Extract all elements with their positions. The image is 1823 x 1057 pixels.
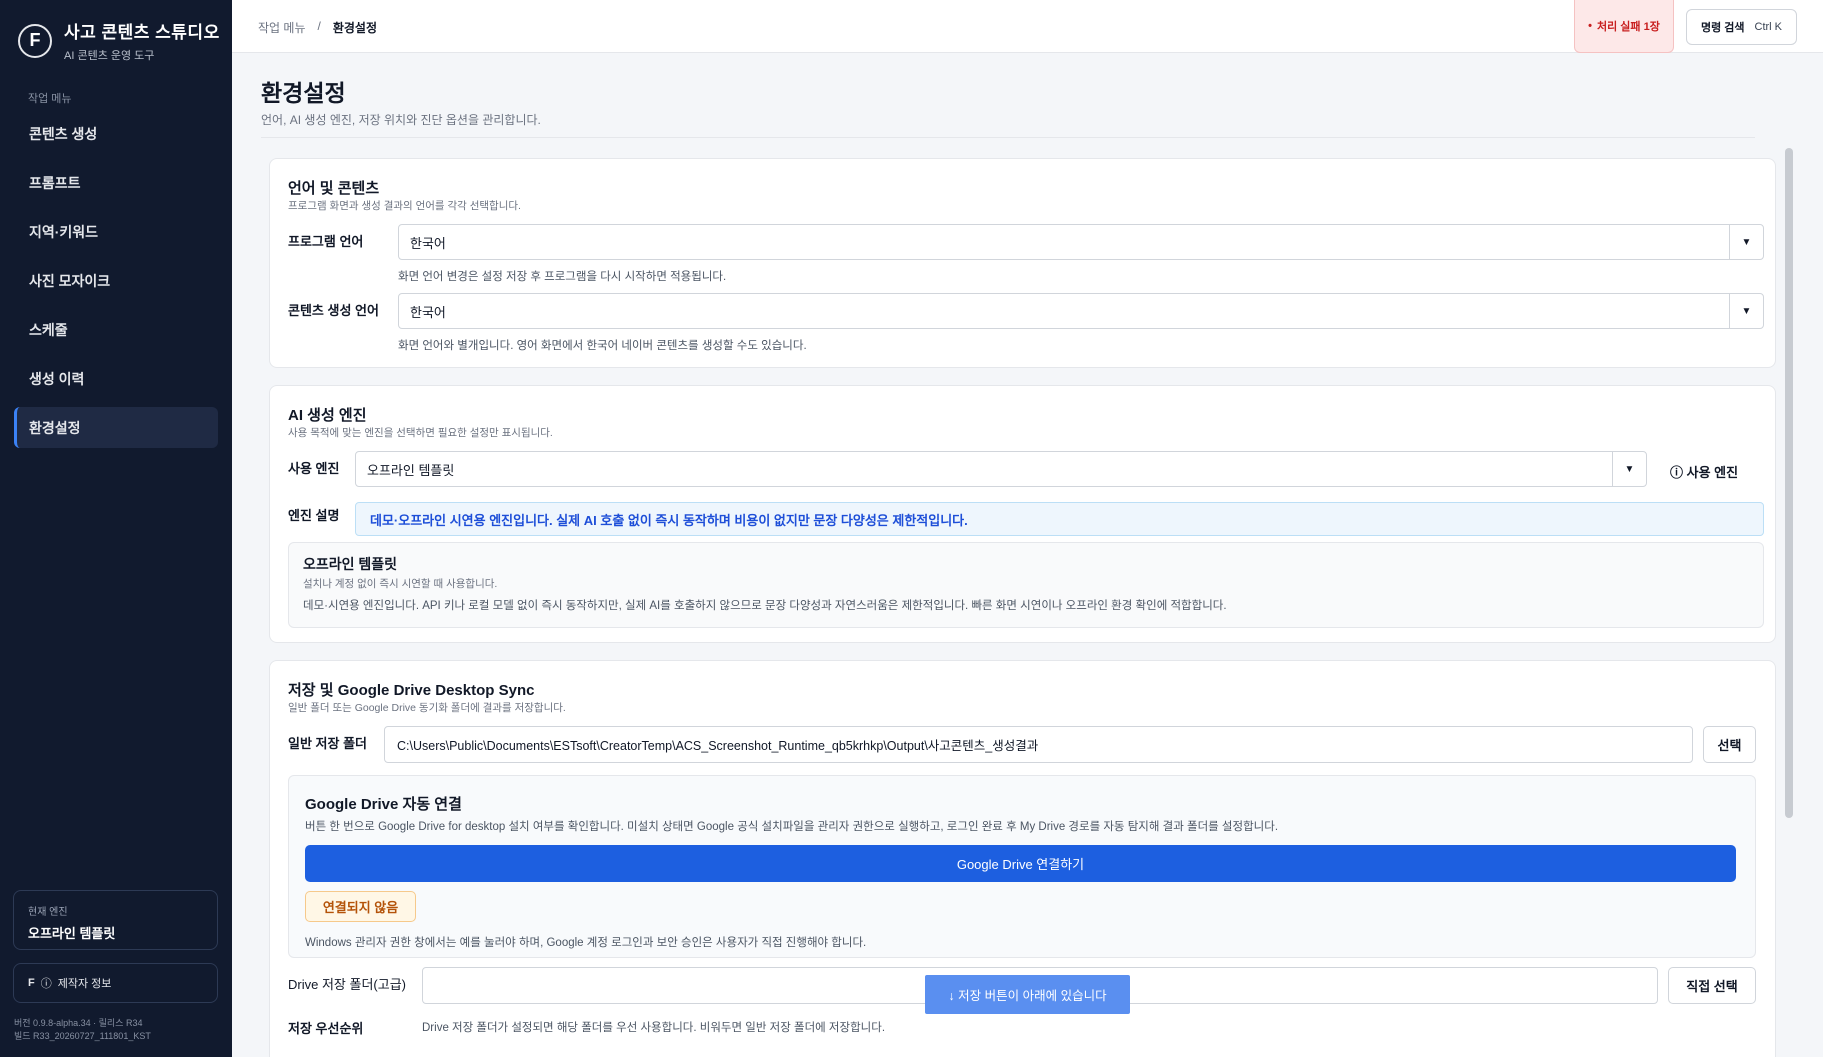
drive-folder-label: Drive 저장 폴더(고급) <box>288 977 406 992</box>
engine-detail-panel: 오프라인 템플릿 설치나 계정 없이 즉시 시연할 때 사용합니다. 데모·시연… <box>288 542 1764 628</box>
command-search-button[interactable]: 명령 검색 Ctrl K <box>1686 9 1797 45</box>
processing-failure-badge[interactable]: • 처리 실패 1장 <box>1574 0 1674 53</box>
google-drive-status-badge: 연결되지 않음 <box>305 891 416 922</box>
engine-desc-label: 엔진 설명 <box>288 508 340 523</box>
sidebar-item-schedule[interactable]: 스케줄 <box>14 309 218 350</box>
maker-info-button[interactable]: F ⓘ 제작자 정보 <box>13 963 218 1003</box>
direct-select-button[interactable]: 직접 선택 <box>1668 967 1756 1004</box>
content-language-select[interactable]: 한국어 ▼ <box>398 293 1764 329</box>
maker-info-label: 제작자 정보 <box>57 978 112 990</box>
current-engine-box: 현재 엔진 오프라인 템플릿 <box>13 890 218 950</box>
app-logo-icon: F <box>18 23 52 58</box>
chevron-down-icon: ▼ <box>1612 452 1646 486</box>
app-logo-small-icon: F <box>28 977 35 989</box>
current-engine-value: 오프라인 템플릿 <box>28 926 116 941</box>
command-search-label: 명령 검색 <box>1700 22 1745 34</box>
chevron-down-icon: ▼ <box>1729 225 1763 259</box>
ai-engine-card-title: AI 생성 엔진 <box>288 407 367 424</box>
page-title: 환경설정 <box>261 80 346 106</box>
command-shortcut: Ctrl K <box>1754 21 1783 33</box>
sidebar-item-prompt[interactable]: 프롬프트 <box>14 162 218 203</box>
version-info: 버전 0.9.8-alpha.34 · 릴리스 R34 빌드 R33_20260… <box>14 1017 151 1043</box>
storage-card-title: 저장 및 Google Drive Desktop Sync <box>288 682 535 699</box>
engine-value: 오프라인 템플릿 <box>367 462 455 478</box>
content-language-hint: 화면 언어와 별개입니다. 영어 화면에서 한국어 네이버 콘텐츠를 생성할 수… <box>398 340 807 352</box>
program-language-label: 프로그램 언어 <box>288 234 364 249</box>
program-language-value: 한국어 <box>410 235 446 251</box>
program-language-select[interactable]: 한국어 ▼ <box>398 224 1764 260</box>
google-drive-note: Windows 관리자 권한 창에서는 예를 눌러야 하며, Google 계정… <box>305 937 867 949</box>
top-bar: 작업 메뉴 / 환경설정 • 처리 실패 1장 명령 검색 Ctrl K <box>232 0 1823 53</box>
select-folder-button[interactable]: 선택 <box>1703 726 1756 763</box>
chevron-down-icon: ▼ <box>1729 294 1763 328</box>
breadcrumb-separator: / <box>317 19 321 33</box>
sidebar: F 사고 콘텐츠 스튜디오 AI 콘텐츠 운영 도구 작업 메뉴 콘텐츠 생성 … <box>0 0 232 1057</box>
version-line: 버전 0.9.8-alpha.34 · 릴리스 R34 <box>14 1018 143 1028</box>
divider <box>261 137 1755 138</box>
engine-description: 데모·오프라인 시연용 엔진입니다. 실제 AI 호출 없이 즉시 동작하며 비… <box>355 502 1764 536</box>
failure-dot-icon: • <box>1588 20 1592 32</box>
language-card-title: 언어 및 콘텐츠 <box>288 180 380 197</box>
folder-path-input[interactable]: C:\Users\Public\Documents\ESTsoft\Creato… <box>384 726 1693 763</box>
scroll-to-save-hint[interactable]: ↓ 저장 버튼이 아래에 있습니다 <box>925 975 1130 1014</box>
app-subtitle: AI 콘텐츠 운영 도구 <box>64 50 155 62</box>
current-engine-label: 현재 엔진 <box>28 907 68 918</box>
engine-detail-title: 오프라인 템플릿 <box>303 556 398 572</box>
ai-engine-card-desc: 사용 목적에 맞는 엔진을 선택하면 필요한 설정만 표시됩니다. <box>288 427 553 439</box>
breadcrumb-current: 환경설정 <box>332 21 378 35</box>
failure-badge-label: 처리 실패 1장 <box>1597 21 1660 33</box>
app-title: 사고 콘텐츠 스튜디오 <box>64 23 220 42</box>
engine-info-button[interactable]: ⓘ 사용 엔진 <box>1670 462 1738 481</box>
nav-section-label: 작업 메뉴 <box>28 93 72 105</box>
priority-label: 저장 우선순위 <box>288 1021 364 1036</box>
sidebar-item-history[interactable]: 생성 이력 <box>14 358 218 399</box>
breadcrumb: 작업 메뉴 / 환경설정 <box>258 19 377 36</box>
priority-hint: Drive 저장 폴더가 설정되면 해당 폴더를 우선 사용합니다. 비워두면 … <box>422 1022 886 1034</box>
folder-label: 일반 저장 폴더 <box>288 736 367 751</box>
engine-detail-subtitle: 설치나 계정 없이 즉시 시연할 때 사용합니다. <box>303 578 498 590</box>
program-language-hint: 화면 언어 변경은 설정 저장 후 프로그램을 다시 시작하면 적용됩니다. <box>398 271 727 283</box>
content-language-label: 콘텐츠 생성 언어 <box>288 303 379 318</box>
google-drive-connect-button[interactable]: Google Drive 연결하기 <box>305 845 1736 882</box>
info-icon: ⓘ <box>40 978 52 990</box>
brand[interactable]: F 사고 콘텐츠 스튜디오 AI 콘텐츠 운영 도구 <box>18 18 220 63</box>
sidebar-item-photo-mosaic[interactable]: 사진 모자이크 <box>14 260 218 301</box>
content-language-value: 한국어 <box>410 304 446 320</box>
engine-select[interactable]: 오프라인 템플릿 ▼ <box>355 451 1647 487</box>
google-drive-title: Google Drive 자동 연결 <box>305 796 462 813</box>
storage-card-desc: 일반 폴더 또는 Google Drive 동기화 폴더에 결과를 저장합니다. <box>288 702 566 714</box>
engine-label: 사용 엔진 <box>288 461 340 476</box>
build-line: 빌드 R33_20260727_111801_KST <box>14 1031 151 1041</box>
sidebar-item-settings[interactable]: 환경설정 <box>14 407 218 448</box>
page-subtitle: 언어, AI 생성 엔진, 저장 위치와 진단 옵션을 관리합니다. <box>261 113 541 127</box>
language-card-desc: 프로그램 화면과 생성 결과의 언어를 각각 선택합니다. <box>288 200 521 212</box>
google-drive-desc: 버튼 한 번으로 Google Drive for desktop 설치 여부를… <box>305 821 1279 833</box>
ai-engine-card: AI 생성 엔진 사용 목적에 맞는 엔진을 선택하면 필요한 설정만 표시됩니… <box>269 385 1776 643</box>
sidebar-item-region-keyword[interactable]: 지역·키워드 <box>14 211 218 252</box>
google-drive-panel: Google Drive 자동 연결 버튼 한 번으로 Google Drive… <box>288 775 1756 958</box>
language-card: 언어 및 콘텐츠 프로그램 화면과 생성 결과의 언어를 각각 선택합니다. 프… <box>269 158 1776 368</box>
engine-detail-body: 데모·시연용 엔진입니다. API 키나 로컬 모델 없이 즉시 동작하지만, … <box>303 600 1227 612</box>
breadcrumb-root[interactable]: 작업 메뉴 <box>258 19 306 36</box>
scrollbar[interactable] <box>1785 148 1793 818</box>
sidebar-nav: 콘텐츠 생성 프롬프트 지역·키워드 사진 모자이크 스케줄 생성 이력 환경설… <box>14 113 218 456</box>
sidebar-item-content-generation[interactable]: 콘텐츠 생성 <box>14 113 218 154</box>
